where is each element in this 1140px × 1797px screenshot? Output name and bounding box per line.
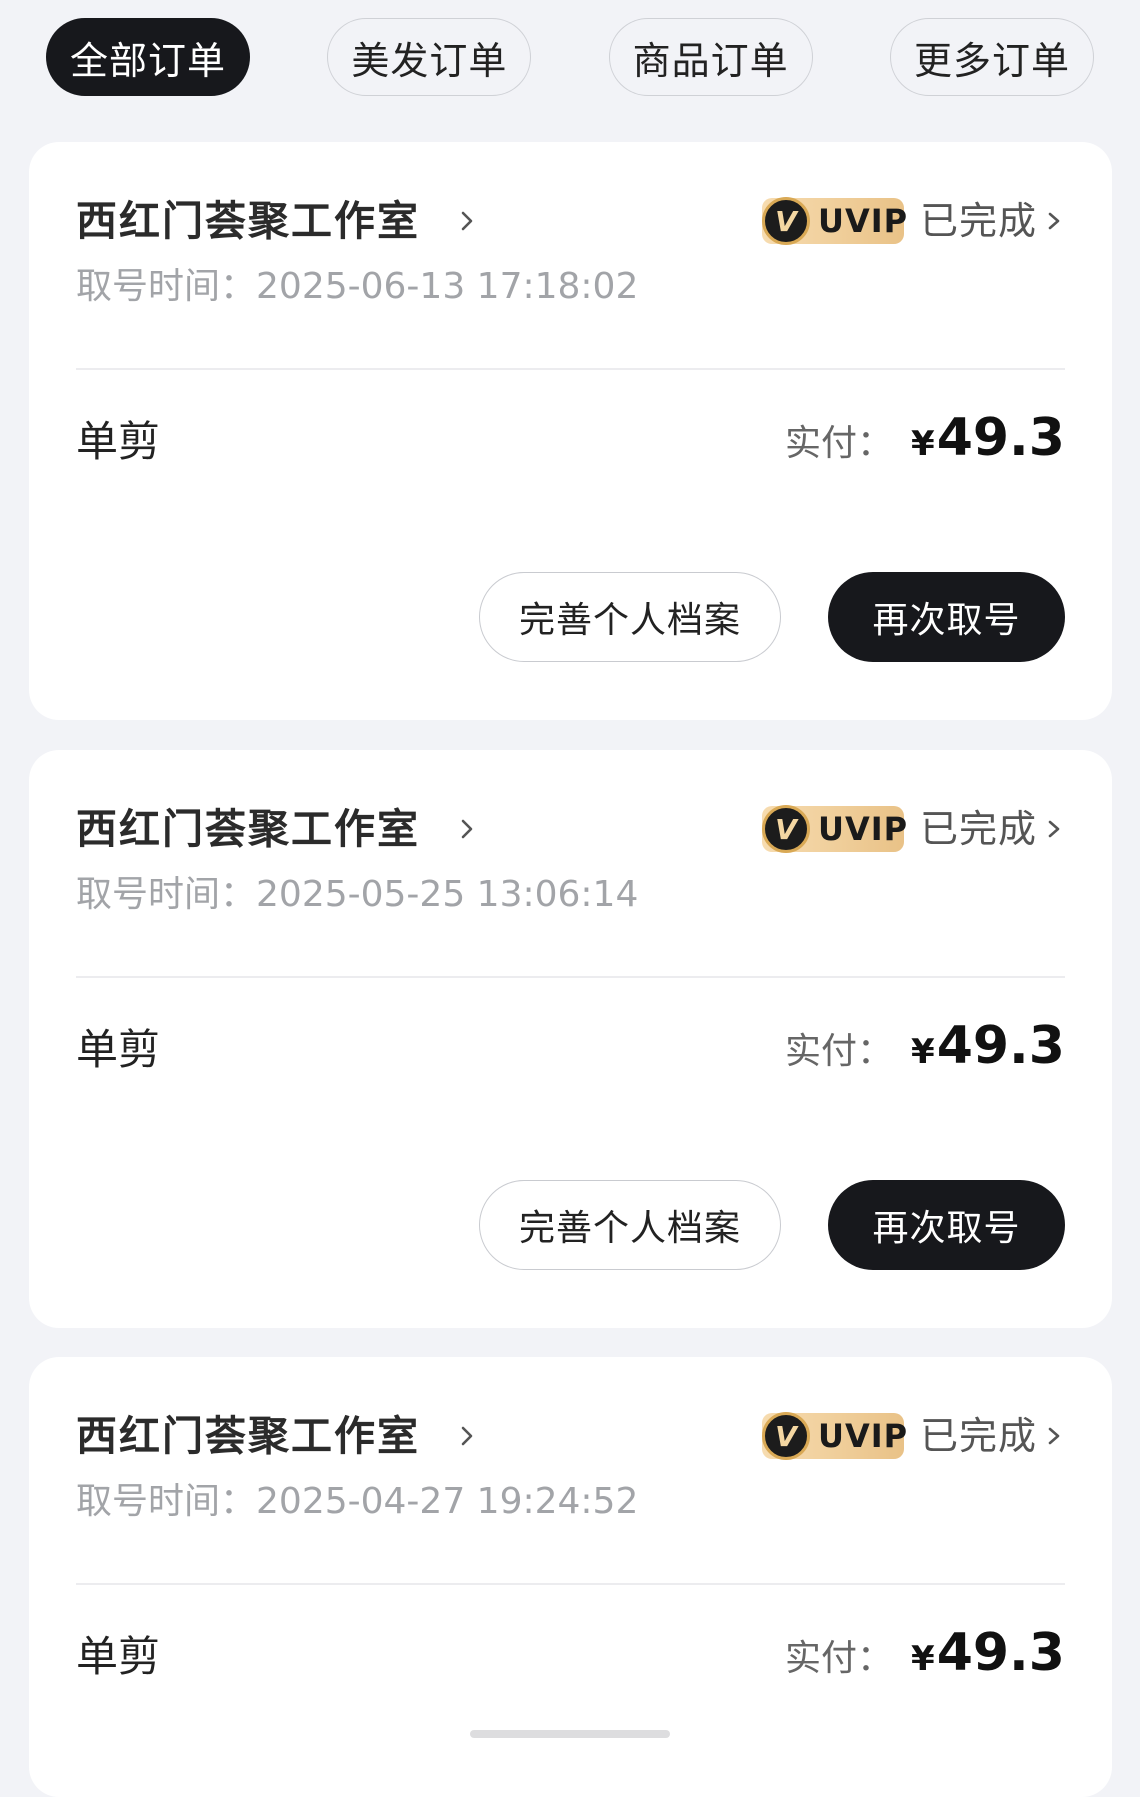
order-status[interactable]: V UVIP 已完成	[761, 194, 1065, 248]
svg-text:V: V	[775, 813, 799, 846]
pay-amount: 49.3	[936, 1623, 1065, 1683]
chevron-right-icon	[1048, 1427, 1060, 1445]
pay-label: 实付：	[785, 423, 894, 464]
home-indicator	[470, 1730, 670, 1738]
chevron-right-icon	[461, 1426, 473, 1446]
service-name: 单剪	[76, 417, 161, 466]
tab-product-orders[interactable]: 商品订单	[608, 18, 813, 96]
shop-name[interactable]: 西红门荟聚工作室	[76, 1409, 420, 1463]
shop-row[interactable]: 西红门荟聚工作室 V UVIP 已完成	[76, 802, 1065, 856]
tab-all-orders[interactable]: 全部订单	[46, 18, 250, 96]
ticket-time: 取号时间：2025-05-25 13:06:14	[76, 872, 638, 918]
vip-badge: V UVIP	[761, 197, 907, 245]
paid-amount: 实付： ¥ 49.3	[785, 1016, 1065, 1078]
chevron-right-icon	[461, 819, 473, 839]
complete-profile-button[interactable]: 完善个人档案	[479, 572, 781, 662]
order-status[interactable]: V UVIP 已完成	[761, 802, 1065, 856]
vip-coin-icon: V	[761, 197, 810, 245]
order-card[interactable]: 西红门荟聚工作室 V UVIP 已完成 取号时间：2025-06-13 17:1…	[29, 142, 1112, 720]
time-value: 2025-05-25 13:06:14	[256, 874, 639, 915]
status-label: 已完成	[919, 807, 1037, 851]
pay-amount: 49.3	[936, 1016, 1065, 1076]
take-number-again-button[interactable]: 再次取号	[828, 572, 1065, 662]
time-label: 取号时间：	[76, 266, 257, 307]
chevron-right-icon	[1048, 212, 1060, 230]
currency-symbol: ¥	[911, 1032, 935, 1072]
shop-name[interactable]: 西红门荟聚工作室	[76, 194, 420, 248]
chevron-right-icon	[1048, 820, 1060, 838]
status-label: 已完成	[919, 1414, 1037, 1458]
currency-symbol: ¥	[911, 424, 935, 464]
svg-text:V: V	[775, 1420, 799, 1453]
order-filter-tabs: 全部订单 美发订单 商品订单 更多订单	[46, 18, 1094, 96]
chevron-right-icon	[461, 211, 473, 231]
time-label: 取号时间：	[76, 1481, 257, 1522]
ticket-time: 取号时间：2025-04-27 19:24:52	[76, 1479, 638, 1525]
pay-label: 实付：	[785, 1638, 894, 1679]
divider	[76, 976, 1065, 978]
time-value: 2025-04-27 19:24:52	[256, 1481, 639, 1522]
paid-amount: 实付： ¥ 49.3	[785, 1623, 1065, 1685]
status-label: 已完成	[919, 199, 1037, 243]
vip-badge: V UVIP	[761, 1412, 907, 1460]
take-number-again-button[interactable]: 再次取号	[828, 1180, 1065, 1270]
shop-row[interactable]: 西红门荟聚工作室 V UVIP 已完成	[76, 194, 1065, 248]
ticket-time: 取号时间：2025-06-13 17:18:02	[76, 264, 638, 310]
service-name: 单剪	[76, 1632, 161, 1681]
vip-badge: V UVIP	[761, 805, 907, 853]
divider	[76, 1583, 1065, 1585]
currency-symbol: ¥	[911, 1639, 935, 1679]
paid-amount: 实付： ¥ 49.3	[785, 408, 1065, 470]
vip-label: UVIP	[817, 810, 909, 848]
order-card[interactable]: 西红门荟聚工作室 V UVIP 已完成 取号时间：2025-05-25 13:0…	[29, 750, 1112, 1328]
pay-amount: 49.3	[936, 408, 1065, 468]
svg-text:V: V	[775, 205, 799, 238]
divider	[76, 368, 1065, 370]
complete-profile-button[interactable]: 完善个人档案	[479, 1180, 781, 1270]
order-status[interactable]: V UVIP 已完成	[761, 1409, 1065, 1463]
shop-row[interactable]: 西红门荟聚工作室 V UVIP 已完成	[76, 1409, 1065, 1463]
vip-label: UVIP	[817, 202, 909, 240]
tab-more-orders[interactable]: 更多订单	[889, 18, 1094, 96]
pay-label: 实付：	[785, 1031, 894, 1072]
service-name: 单剪	[76, 1025, 161, 1074]
vip-label: UVIP	[817, 1417, 909, 1455]
vip-coin-icon: V	[761, 805, 810, 853]
vip-coin-icon: V	[761, 1412, 810, 1460]
shop-name[interactable]: 西红门荟聚工作室	[76, 802, 420, 856]
time-value: 2025-06-13 17:18:02	[256, 266, 639, 307]
time-label: 取号时间：	[76, 874, 257, 915]
tab-hair-orders[interactable]: 美发订单	[327, 18, 532, 96]
